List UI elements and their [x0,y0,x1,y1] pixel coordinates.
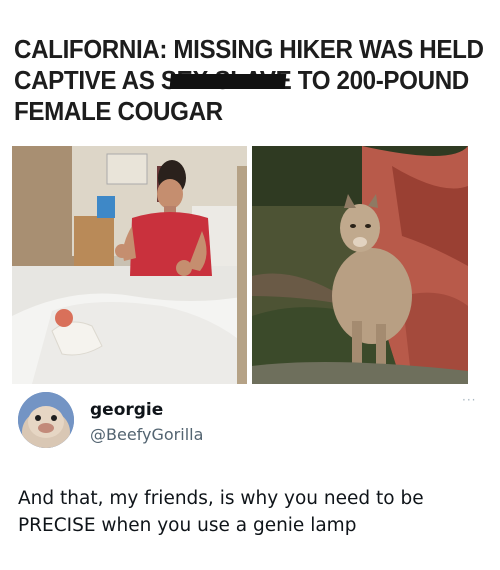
tweet-text: And that, my friends, is why you need to… [18,485,488,539]
cougar-photo [252,146,468,384]
censored-word: SEX SLAVE [161,65,292,96]
headline-line-3: FEMALE COUGAR [14,96,223,126]
headline-line-1: CALIFORNIA: MISSING HIKER WAS HELD [14,34,484,64]
tweet-text-line-1: And that, my friends, is why you need to… [18,488,424,509]
avatar[interactable] [18,392,74,448]
headline-line-2-prefix: CAPTIVE AS [14,65,161,95]
tweet-text-line-2: PRECISE when you use a genie lamp [18,515,357,536]
headline-line-2: CAPTIVE AS SEX SLAVE TO 200-POUND [14,65,469,96]
user-handle[interactable]: @BeefyGorilla [90,425,203,444]
more-options-icon[interactable]: ··· [462,394,482,406]
headline-line-2-suffix: TO 200-POUND [291,65,470,95]
hospital-scene-image [12,146,247,384]
display-name[interactable]: georgie [90,400,163,420]
censor-bar [169,74,287,89]
avatar-image [18,392,74,448]
tweet-header: georgie @BeefyGorilla ··· [18,392,482,452]
headline: CALIFORNIA: MISSING HIKER WAS HELD CAPTI… [14,34,484,127]
hospital-photo [12,146,247,384]
cougar-scene-image [252,146,468,384]
